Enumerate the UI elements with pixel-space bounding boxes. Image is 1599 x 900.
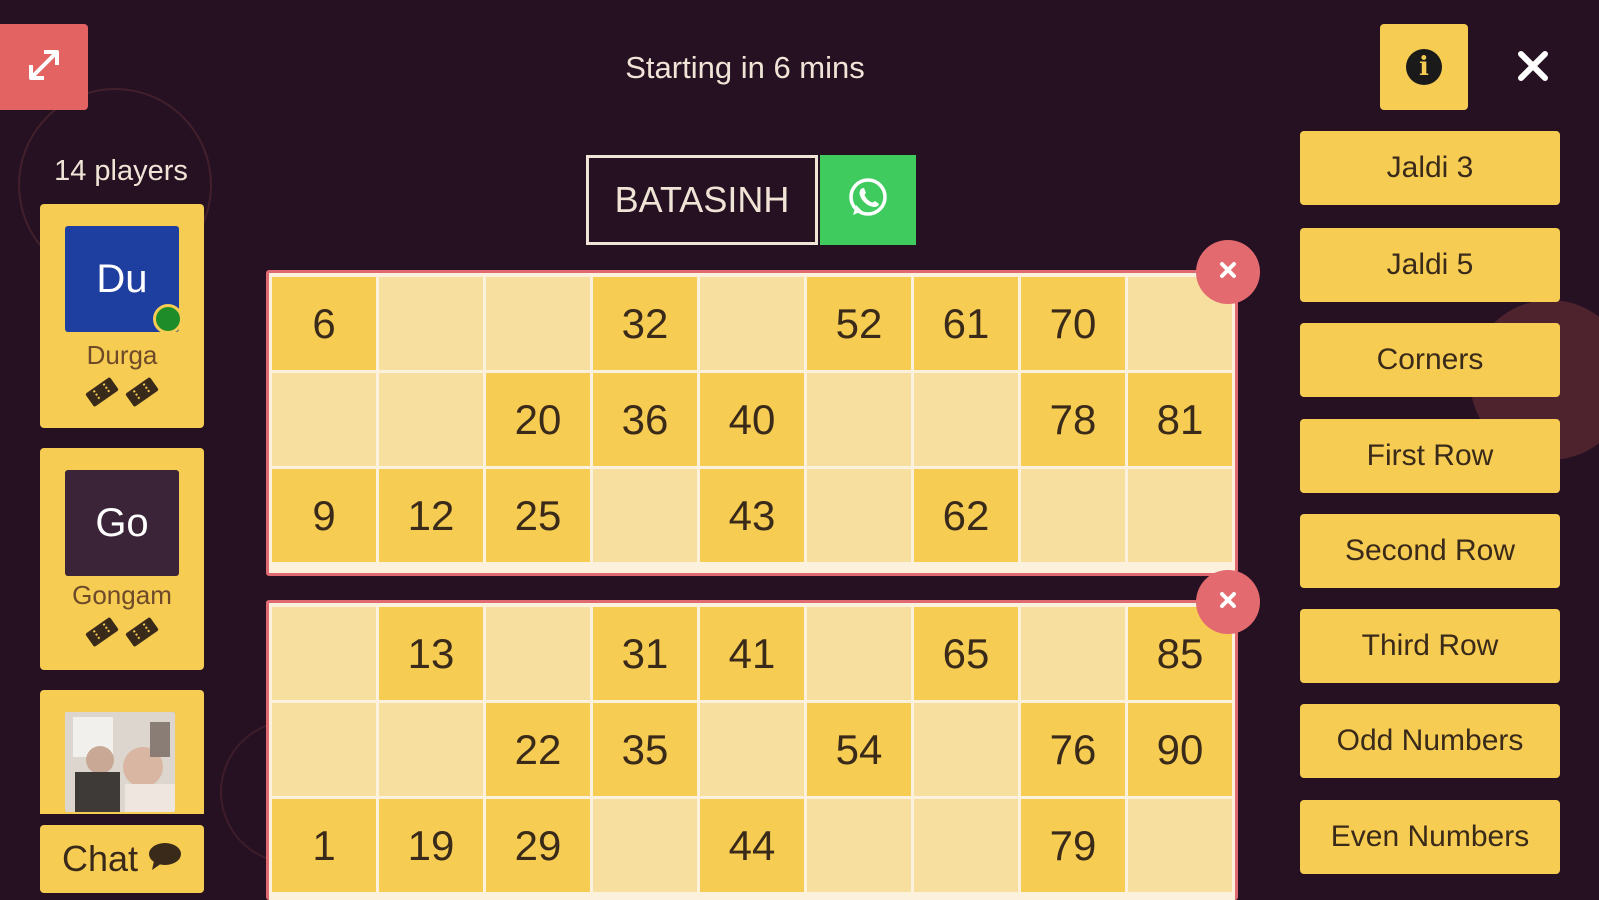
avatar-initials: Go [95,500,149,545]
player-name: Gongam [72,580,172,610]
ticket-empty-cell [807,469,911,562]
chat-label: Chat [61,838,139,879]
player-card[interactable] [40,690,204,814]
ticket-number-cell[interactable]: 76 [1021,703,1125,796]
prize-button-second-row[interactable]: Second Row [1300,514,1560,588]
ticket-number-cell[interactable]: 78 [1021,373,1125,466]
ticket-number-cell[interactable]: 79 [1021,799,1125,892]
ticket-number-cell[interactable]: 44 [700,799,804,892]
ticket-empty-cell [379,703,483,796]
ticket-empty-cell [272,607,376,700]
ticket-grid: 6 32 52 61 70 20 36 40 78 81 9 12 25 43 62 [272,277,1232,562]
ticket-number-cell[interactable]: 61 [914,277,1018,370]
ticket-number-cell[interactable]: 1 [272,799,376,892]
ticket-empty-cell [593,799,697,892]
online-status-indicator [153,304,183,334]
ticket-number-cell[interactable]: 70 [1021,277,1125,370]
avatar: Du [65,226,183,334]
ticket-empty-cell [486,607,590,700]
game-status-text: Starting in 6 mins [625,50,865,85]
remove-ticket-button[interactable] [1196,240,1260,304]
bingo-ticket: 13 31 41 65 85 22 35 54 76 90 1 19 29 44 79 [266,600,1238,900]
ticket-number-cell[interactable]: 52 [807,277,911,370]
prize-button-odd-numbers[interactable]: Odd Numbers [1300,704,1560,778]
player-name: Durga [86,340,158,370]
ticket-number-cell[interactable]: 13 [379,607,483,700]
close-icon [1218,260,1238,285]
ticket-number-cell[interactable]: 20 [486,373,590,466]
ticket-number-cell[interactable]: 43 [700,469,804,562]
remove-ticket-button[interactable] [1196,570,1260,634]
room-code: BATASINH [586,155,818,245]
whatsapp-icon [844,174,892,227]
prize-button-first-row[interactable]: First Row [1300,419,1560,493]
whatsapp-share-button[interactable] [820,155,916,245]
ticket-grid: 13 31 41 65 85 22 35 54 76 90 1 19 29 44 79 [272,607,1232,892]
ticket-number-cell[interactable]: 29 [486,799,590,892]
avatar: Go [65,470,179,576]
ticket-empty-cell [1021,607,1125,700]
ticket-empty-cell [914,373,1018,466]
ticket-empty-cell [379,373,483,466]
ticket-number-cell[interactable]: 36 [593,373,697,466]
info-icon: i [1406,49,1442,85]
ticket-empty-cell [1128,469,1232,562]
prize-button-jaldi-5[interactable]: Jaldi 5 [1300,228,1560,302]
ticket-empty-cell [1021,469,1125,562]
ticket-number-cell[interactable]: 65 [914,607,1018,700]
ticket-empty-cell [807,373,911,466]
ticket-empty-cell [807,799,911,892]
fullscreen-button[interactable] [0,24,88,110]
ticket-empty-cell [914,703,1018,796]
ticket-empty-cell [272,703,376,796]
bingo-ticket: 6 32 52 61 70 20 36 40 78 81 9 12 25 43 62 [266,270,1238,576]
ticket-empty-cell [914,799,1018,892]
ticket-number-cell[interactable]: 6 [272,277,376,370]
speech-bubble-icon [148,838,182,880]
ticket-number-cell[interactable]: 9 [272,469,376,562]
ticket-empty-cell [272,373,376,466]
ticket-icon [125,377,159,407]
ticket-empty-cell [379,277,483,370]
ticket-number-cell[interactable]: 22 [486,703,590,796]
player-ticket-icons [40,614,204,650]
info-button[interactable]: i [1380,24,1468,110]
close-icon [1218,590,1238,615]
ticket-number-cell[interactable]: 35 [593,703,697,796]
ticket-number-cell[interactable]: 90 [1128,703,1232,796]
ticket-number-cell[interactable]: 54 [807,703,911,796]
ticket-empty-cell [1128,799,1232,892]
ticket-empty-cell [486,277,590,370]
close-button[interactable] [1505,40,1561,96]
ticket-number-cell[interactable]: 32 [593,277,697,370]
avatar-initials: Du [96,256,148,301]
prize-button-jaldi-3[interactable]: Jaldi 3 [1300,131,1560,205]
expand-icon [22,43,66,92]
chat-button[interactable]: Chat [40,825,204,893]
ticket-icon [85,377,119,407]
player-ticket-icons [40,374,204,410]
ticket-number-cell[interactable]: 41 [700,607,804,700]
ticket-number-cell[interactable]: 40 [700,373,804,466]
close-icon [1515,48,1551,89]
ticket-number-cell[interactable]: 19 [379,799,483,892]
ticket-empty-cell [593,469,697,562]
ticket-number-cell[interactable]: 12 [379,469,483,562]
ticket-empty-cell [807,607,911,700]
ticket-empty-cell [700,277,804,370]
ticket-icon [125,617,159,647]
player-photo [65,712,175,812]
ticket-icon [85,617,119,647]
ticket-number-cell[interactable]: 25 [486,469,590,562]
player-card[interactable]: Go Gongam [40,448,204,670]
ticket-number-cell[interactable]: 81 [1128,373,1232,466]
prize-button-third-row[interactable]: Third Row [1300,609,1560,683]
prize-button-even-numbers[interactable]: Even Numbers [1300,800,1560,874]
ticket-number-cell[interactable]: 62 [914,469,1018,562]
players-count: 14 players [54,155,188,187]
ticket-empty-cell [700,703,804,796]
ticket-number-cell[interactable]: 31 [593,607,697,700]
player-card[interactable]: Du Durga [40,204,204,428]
prize-button-corners[interactable]: Corners [1300,323,1560,397]
